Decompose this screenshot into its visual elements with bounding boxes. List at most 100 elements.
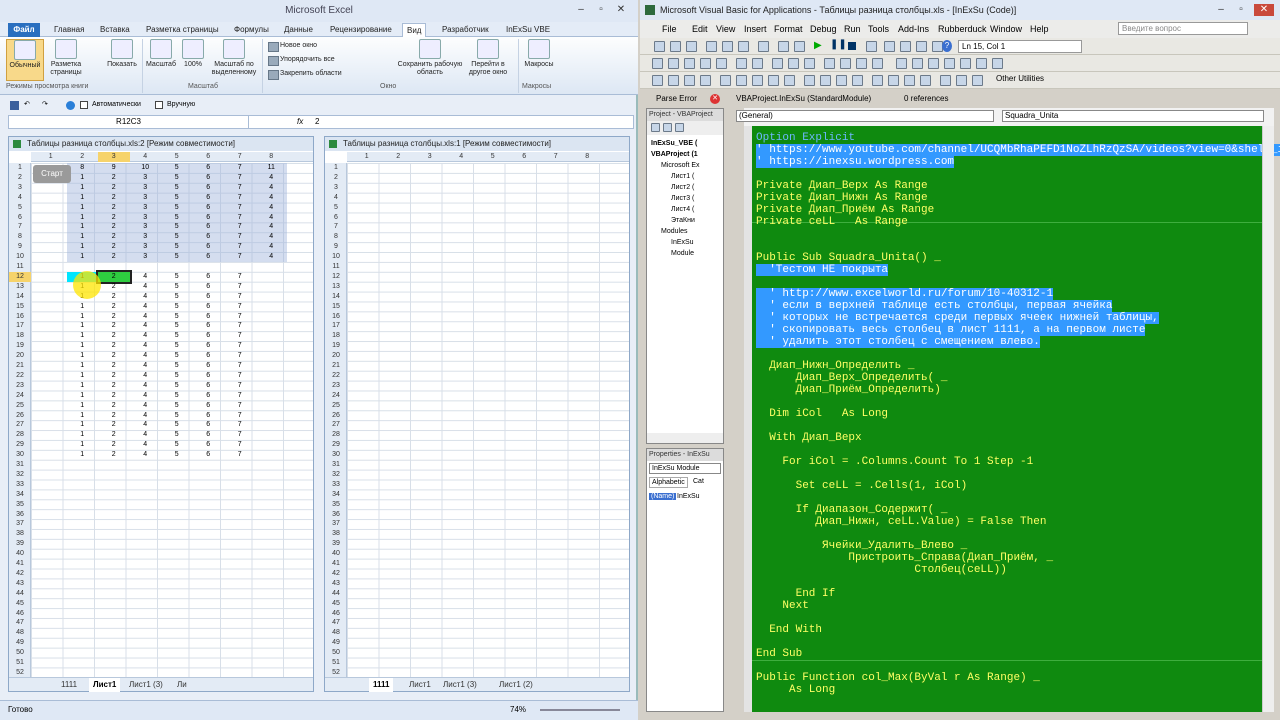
excel-icon[interactable] [654,41,665,52]
code-tool-icon[interactable] [652,75,663,86]
sheet-tab-list1-3[interactable]: Лист1 (3) [125,678,167,692]
pause-icon[interactable]: ❚❚ [830,39,847,50]
zoom-selection-button[interactable]: Масштаб по выделенному [208,39,260,77]
rubberduck-inspect-icon[interactable] [944,58,955,69]
outdent-icon[interactable] [752,58,763,69]
help-icon[interactable]: ? [942,40,952,52]
reset-icon[interactable] [848,42,856,50]
code-tool-icon[interactable] [684,75,695,86]
redo-icon[interactable]: ↷ [42,97,48,113]
tree-item-thisworkbook[interactable]: ЭтаКни [671,216,695,226]
rubberduck-todo-icon[interactable] [976,58,987,69]
margin-indicator-bar[interactable] [744,126,752,712]
list-properties-icon[interactable] [652,58,663,69]
macros-button[interactable]: Макросы [520,39,558,69]
code-tool-icon[interactable] [836,75,847,86]
complete-word-icon[interactable] [716,58,727,69]
tab-file[interactable]: Файл [8,23,40,37]
page-layout-button[interactable]: Разметка страницы [46,39,86,77]
manual-checkbox[interactable] [155,101,163,109]
auto-checkbox[interactable] [80,101,88,109]
properties-icon[interactable] [900,41,911,52]
code-tool-icon[interactable] [940,75,951,86]
tree-item-excel-objects[interactable]: Microsoft Ex [661,161,700,171]
rubberduck-format-icon[interactable] [992,58,1003,69]
close-icon[interactable]: ✕ [1254,4,1274,16]
menu-view[interactable]: View [716,20,735,38]
tree-item-sheet1[interactable]: Лист1 ( [671,172,694,182]
maximize-icon[interactable]: ▫ [594,4,608,16]
menu-window[interactable]: Window [990,20,1022,38]
next-bookmark-icon[interactable] [840,58,851,69]
refresh-icon[interactable] [66,101,75,110]
zoom-level[interactable]: 74% [510,701,526,719]
save-icon[interactable] [686,41,697,52]
tab-references[interactable]: 0 references [904,90,948,108]
toggle-folders-icon[interactable] [675,123,684,132]
save-icon[interactable] [10,101,19,110]
property-name-value[interactable]: InExSu [677,493,700,500]
design-mode-icon[interactable] [866,41,877,52]
menu-addins[interactable]: Add-Ins [898,20,929,38]
run-icon[interactable]: ▶ [814,40,822,51]
code-tool-icon[interactable] [784,75,795,86]
new-window-button[interactable]: Новое окно [268,40,317,52]
zoom-100-button[interactable]: 100% [180,39,206,69]
breakpoint-icon[interactable] [772,58,783,69]
tree-item-inexsu[interactable]: InExSu [671,238,694,248]
code-tool-icon[interactable] [956,75,967,86]
minimize-icon[interactable]: – [1214,4,1228,16]
menu-edit[interactable]: Edit [692,20,708,38]
tab-alphabetic[interactable]: Alphabetic [649,477,688,488]
help-search-input[interactable]: Введите вопрос [1118,22,1248,35]
tab-data[interactable]: Данные [280,23,317,37]
code-tool-icon[interactable] [820,75,831,86]
view-code-icon[interactable] [651,123,660,132]
other-utilities-menu[interactable]: Other Utilities [996,74,1044,83]
normal-view-button[interactable]: Обычный [6,39,44,81]
sheet-tab-1111[interactable]: 1111 [369,678,394,692]
rubberduck-icon[interactable] [896,58,907,69]
quick-info-icon[interactable] [684,58,695,69]
tree-item-inexsu-vbe[interactable]: InExSu_VBE ( [651,139,697,149]
freeze-panes-button[interactable]: Закрепить области [268,68,342,80]
list-constants-icon[interactable] [668,58,679,69]
error-close-icon[interactable]: ✕ [710,94,720,104]
formula-input[interactable]: 2 [315,116,319,128]
code-tool-icon[interactable] [852,75,863,86]
code-tool-icon[interactable] [752,75,763,86]
code-tool-icon[interactable] [720,75,731,86]
arrange-all-button[interactable]: Упорядочить все [268,54,335,66]
code-tool-icon[interactable] [972,75,983,86]
tab-page-layout[interactable]: Разметка страницы [142,23,223,37]
tab-insert[interactable]: Вставка [96,23,134,37]
menu-debug[interactable]: Debug [810,20,837,38]
menu-insert[interactable]: Insert [744,20,767,38]
sheet-grid[interactable] [347,163,629,679]
code-tool-icon[interactable] [668,75,679,86]
tree-item-sheet4[interactable]: Лист4 ( [671,205,694,215]
sheet-tab-list1[interactable]: Лист1 [405,678,435,692]
close-icon[interactable]: ✕ [614,4,628,16]
find-icon[interactable] [758,41,769,52]
undo-icon[interactable]: ↶ [24,97,30,113]
switch-windows-button[interactable]: Перейти в другое окно [460,39,516,77]
prev-bookmark-icon[interactable] [856,58,867,69]
undo-icon[interactable] [778,41,789,52]
tab-developer[interactable]: Разработчик [438,23,493,37]
name-box[interactable]: R12C3 [9,116,249,128]
tree-item-modules[interactable]: Modules [661,227,687,237]
cut-icon[interactable] [706,41,717,52]
sheet-tab-partial[interactable]: Ли [173,678,191,692]
maximize-icon[interactable]: ▫ [1234,4,1248,16]
insert-icon[interactable] [670,41,681,52]
tab-review[interactable]: Рецензирование [326,23,396,37]
rubberduck-refresh-icon[interactable] [928,58,939,69]
minimize-icon[interactable]: – [574,4,588,16]
paste-icon[interactable] [738,41,749,52]
object-dropdown[interactable]: InExSu Module [649,463,721,474]
menu-rubberduck[interactable]: Rubberduck [938,20,987,38]
comment-block-icon[interactable] [788,58,799,69]
tab-formulas[interactable]: Формулы [230,23,273,37]
menu-help[interactable]: Help [1030,20,1049,38]
